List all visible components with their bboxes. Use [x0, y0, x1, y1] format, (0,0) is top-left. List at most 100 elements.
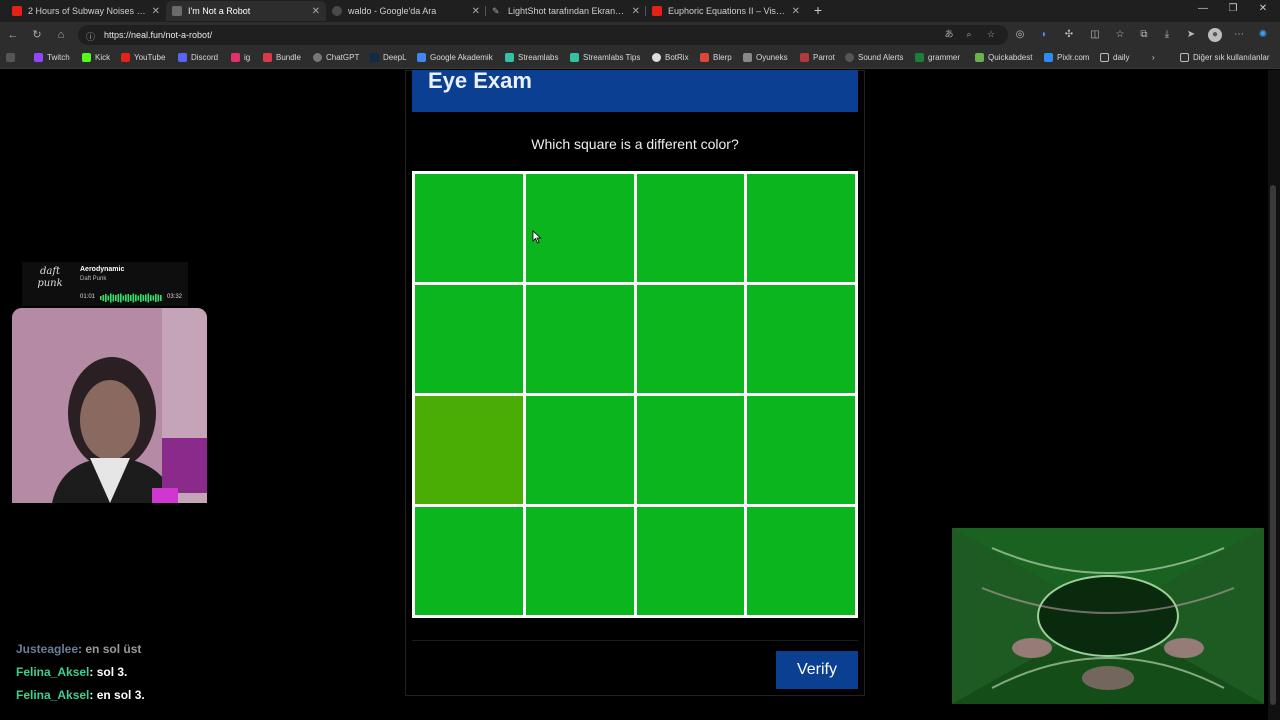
- tab-lightshot[interactable]: ✎ LightShot tarafından Ekran Görün ✕: [486, 1, 646, 21]
- bookmark-streamlabs[interactable]: Streamlabs: [505, 53, 558, 62]
- address-bar[interactable]: ⓘ https://neal.fun/not-a-robot/: [78, 25, 1008, 45]
- downloads-icon[interactable]: ⤓: [1160, 28, 1174, 42]
- tab-title: LightShot tarafından Ekran Görün: [508, 6, 626, 16]
- grid-square-r2c1[interactable]: [415, 285, 523, 393]
- bookmark-pixlr[interactable]: Pixlr.com: [1044, 53, 1089, 62]
- read-aloud-icon[interactable]: ◗: [1037, 28, 1051, 42]
- zoom-icon[interactable]: ⌕: [963, 28, 975, 40]
- tab-subway-noises[interactable]: 2 Hours of Subway Noises and Re ✕: [6, 1, 166, 21]
- favorites-icon[interactable]: ☆: [1113, 28, 1127, 42]
- grid-square-r1c2[interactable]: [525, 174, 634, 282]
- bookmark-chatgpt[interactable]: ChatGPT: [313, 53, 359, 62]
- streamlabs-icon: [570, 53, 579, 62]
- tab-title: 2 Hours of Subway Noises and Re: [28, 6, 146, 16]
- copilot-icon[interactable]: ✺: [1256, 28, 1270, 42]
- grid-square-r4c1[interactable]: [415, 507, 523, 615]
- grid-square-r3c1[interactable]: [415, 396, 523, 504]
- minimize-icon[interactable]: —: [1196, 3, 1210, 14]
- grid-square-r4c4[interactable]: [747, 507, 855, 615]
- restore-icon[interactable]: ❐: [1226, 3, 1240, 14]
- bookmark-other-favorites[interactable]: Diğer sık kullanılanlar: [1180, 53, 1269, 62]
- back-icon[interactable]: ←: [6, 28, 20, 42]
- grid-square-r3c2[interactable]: [525, 396, 634, 504]
- bookmarks-menu-icon[interactable]: [6, 53, 19, 62]
- home-icon[interactable]: ⌂: [54, 28, 68, 42]
- translate-icon[interactable]: あ: [943, 28, 955, 40]
- split-screen-icon[interactable]: ◫: [1088, 28, 1102, 42]
- bookmark-daily[interactable]: daily: [1100, 53, 1129, 62]
- bookmark-youtube[interactable]: YouTube: [121, 53, 165, 62]
- tab-google-search[interactable]: waldo - Google'da Ara ✕: [326, 1, 486, 21]
- bookmark-ig[interactable]: ig: [231, 53, 250, 62]
- bookmark-botrix[interactable]: BotRix: [652, 53, 689, 62]
- grid-square-r2c3[interactable]: [636, 285, 745, 393]
- bookmark-parrot[interactable]: Parrot: [800, 53, 835, 62]
- folder-icon: [1180, 53, 1189, 62]
- grid-square-r4c2[interactable]: [525, 507, 634, 615]
- waveform-bar: [132, 293, 135, 303]
- waveform-bar: [135, 294, 137, 302]
- grid-square-r1c4[interactable]: [747, 174, 855, 282]
- grid-square-r3c4[interactable]: [747, 396, 855, 504]
- waveform-bar: [102, 295, 105, 301]
- waveform-bar: [140, 294, 142, 302]
- tab-euphoric-equations[interactable]: Euphoric Equations II – Visua ✕: [646, 1, 806, 21]
- grid-square-r3c3[interactable]: [636, 396, 745, 504]
- elapsed-time: 01:01: [80, 294, 96, 300]
- bookmark-bundle[interactable]: Bundle: [263, 53, 301, 62]
- bookmark-label: Bundle: [276, 53, 301, 62]
- youtube-icon: [652, 6, 662, 16]
- extension-icon[interactable]: ◎: [1013, 28, 1027, 42]
- waveform-bar: [130, 295, 132, 301]
- kaleidoscope-visual: [952, 528, 1264, 704]
- grid-square-r4c3[interactable]: [636, 507, 745, 615]
- share-icon[interactable]: ➤: [1184, 28, 1198, 42]
- waveform-bar: [117, 294, 120, 302]
- divider: [412, 640, 858, 641]
- site-info-icon[interactable]: ⓘ: [86, 30, 96, 42]
- extensions-puzzle-icon[interactable]: ✣: [1062, 28, 1076, 42]
- captcha-question: Which square is a different color?: [531, 136, 739, 152]
- scrollbar-thumb[interactable]: [1270, 185, 1276, 705]
- grammer-icon: [915, 53, 924, 62]
- close-icon[interactable]: ✕: [632, 6, 640, 17]
- bookmark-deepl[interactable]: DeepL: [370, 53, 407, 62]
- chat-text: : sol 3.: [89, 665, 128, 679]
- close-icon[interactable]: ✕: [792, 6, 800, 17]
- bookmark-discord[interactable]: Discord: [178, 53, 218, 62]
- bookmark-blerp[interactable]: Blerp: [700, 53, 732, 62]
- bookmark-grammer[interactable]: grammer: [915, 53, 960, 62]
- grid-square-r1c1[interactable]: [415, 174, 523, 282]
- close-icon[interactable]: ✕: [472, 6, 480, 17]
- waveform-bar: [107, 295, 110, 301]
- grid-square-r2c4[interactable]: [747, 285, 855, 393]
- bookmark-quickabdest[interactable]: Quickabdest: [975, 53, 1032, 62]
- waveform-bar: [152, 295, 155, 301]
- bookmark-kick[interactable]: Kick: [82, 53, 110, 62]
- close-icon[interactable]: ✕: [312, 6, 320, 17]
- song-artist: Daft Punk: [80, 276, 107, 282]
- profile-avatar-icon[interactable]: ●: [1208, 28, 1222, 42]
- collections-icon[interactable]: ⧉: [1137, 28, 1151, 42]
- chevron-right-icon[interactable]: ›: [1152, 53, 1155, 62]
- chat-text: : en sol 3.: [89, 688, 145, 702]
- refresh-icon[interactable]: ↻: [30, 28, 44, 42]
- bookmark-label: Quickabdest: [988, 53, 1033, 62]
- bookmark-streamlabs-tips[interactable]: Streamlabs Tips: [570, 53, 640, 62]
- grid-square-r2c2[interactable]: [525, 285, 634, 393]
- chat-username: Felina_Aksel: [16, 688, 90, 702]
- grid-square-r1c3[interactable]: [636, 174, 745, 282]
- close-window-icon[interactable]: ✕: [1256, 3, 1270, 14]
- bookmark-oyuneks[interactable]: Oyuneks: [743, 53, 788, 62]
- new-tab-button[interactable]: +: [810, 2, 826, 18]
- verify-button[interactable]: Verify: [776, 651, 858, 689]
- chat-username: Felina_Aksel: [16, 665, 90, 679]
- bookmark-sound-alerts[interactable]: Sound Alerts: [845, 53, 903, 62]
- favorite-star-icon[interactable]: ☆: [985, 28, 997, 40]
- browser-window: 2 Hours of Subway Noises and Re ✕ I'm No…: [0, 0, 1280, 720]
- bookmark-google-akademik[interactable]: Google Akademik: [417, 53, 493, 62]
- tab-not-a-robot[interactable]: I'm Not a Robot ✕: [166, 1, 326, 21]
- bookmark-twitch[interactable]: Twitch: [34, 53, 70, 62]
- close-icon[interactable]: ✕: [152, 6, 160, 17]
- more-menu-icon[interactable]: ⋯: [1232, 28, 1246, 42]
